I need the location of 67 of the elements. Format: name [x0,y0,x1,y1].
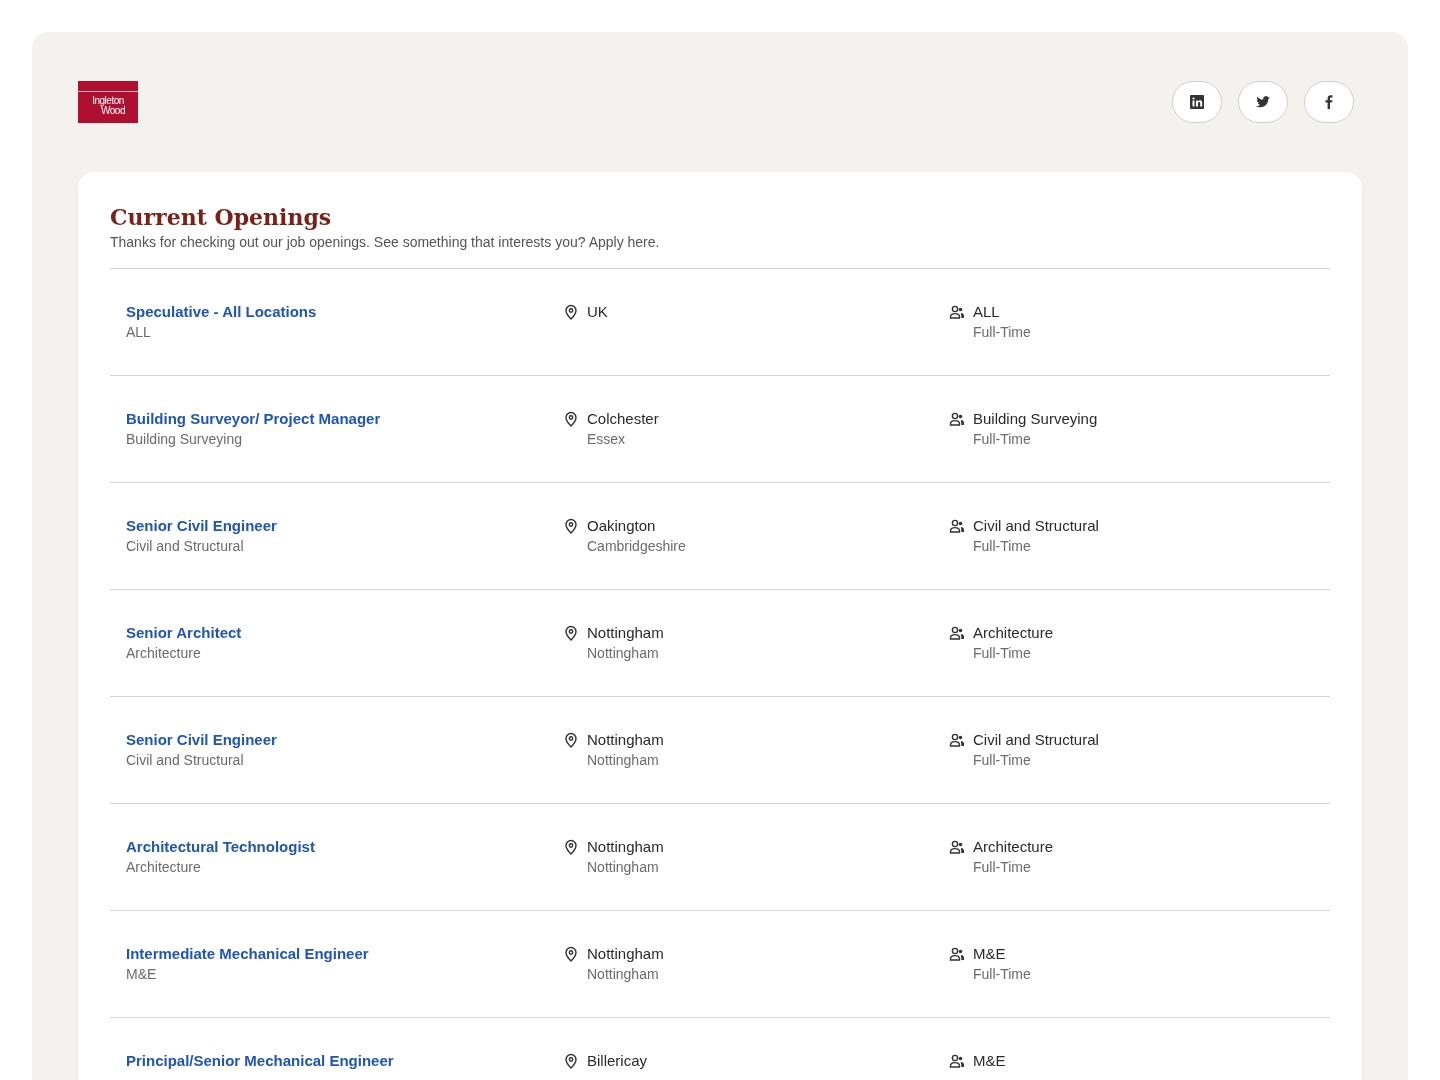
location-pin-icon [563,839,579,855]
location-pin-icon [563,946,579,962]
job-team: M&E [126,966,158,983]
job-title-link[interactable]: Building Surveyor/ Project Manager [126,410,563,427]
job-region: Essex [587,431,627,448]
section-title: Current Openings [110,204,333,230]
location-pin-icon [563,518,579,534]
location-pin-icon [563,304,579,320]
job-type: Full-Time [973,966,1031,983]
job-title-link[interactable]: Speculative - All Locations [126,303,563,320]
job-department: Architecture [973,838,1054,855]
people-icon [949,411,965,427]
people-icon [949,518,965,534]
job-department: ALL [973,303,1001,320]
job-title-link[interactable]: Senior Civil Engineer [126,517,563,534]
people-icon [949,625,965,641]
job-city: Nottingham [587,624,664,641]
job-region: Nottingham [587,966,660,983]
job-title-link[interactable]: Senior Architect [126,624,563,641]
job-team: ALL [126,324,152,341]
people-icon [949,946,965,962]
people-icon [949,1053,965,1069]
job-team: Civil and Structural [126,538,245,555]
job-region: Nottingham [587,752,660,769]
job-region: Nottingham [587,859,660,876]
job-department: Architecture [973,624,1054,641]
location-pin-icon [563,411,579,427]
job-city: UK [587,303,608,320]
job-city: Nottingham [587,945,664,962]
job-title-link[interactable]: Principal/Senior Mechanical Engineer [126,1052,563,1069]
location-pin-icon [563,1053,579,1069]
people-icon [949,839,965,855]
job-department: Civil and Structural [973,731,1099,748]
bird-icon [1255,94,1271,110]
job-team: Civil and Structural [126,752,245,769]
job-department: M&E [973,945,1007,962]
job-department: Building Surveying [973,410,1098,427]
job-city: Nottingham [587,838,664,855]
job-title-link[interactable]: Senior Civil Engineer [126,731,563,748]
location-pin-icon [563,625,579,641]
job-title-link[interactable]: Architectural Technologist [126,838,563,855]
people-icon [949,732,965,748]
job-department: Civil and Structural [973,517,1099,534]
job-type: Full-Time [973,431,1032,448]
location-pin-icon [563,732,579,748]
job-city: Billericay [587,1052,647,1069]
job-city: Nottingham [587,731,664,748]
job-team: Architecture [126,645,202,662]
job-type: Full-Time [973,752,1032,769]
job-type: Full-Time [973,538,1032,555]
social-button[interactable] [1238,81,1288,123]
job-title-link[interactable]: Intermediate Mechanical Engineer [126,945,563,962]
section-description: Thanks for checking out our job openings. See something that interests you? Apply here. [110,234,661,250]
job-region: Nottingham [587,645,660,662]
job-type: Full-Time [973,859,1032,876]
job-department: M&E [973,1052,1006,1069]
job-region: Cambridgeshire [587,538,686,555]
job-type: Full-Time [973,324,1031,341]
job-city: Colchester [587,410,659,427]
linkedin-icon [1189,94,1205,110]
social-button[interactable] [1172,81,1222,123]
company-logo[interactable]: Ingleton Wood [78,81,138,123]
job-team: Architecture [126,859,202,876]
job-type: Full-Time [973,645,1032,662]
people-icon [949,304,965,320]
job-city: Oakington [587,517,657,534]
job-team: Building Surveying [126,431,243,448]
